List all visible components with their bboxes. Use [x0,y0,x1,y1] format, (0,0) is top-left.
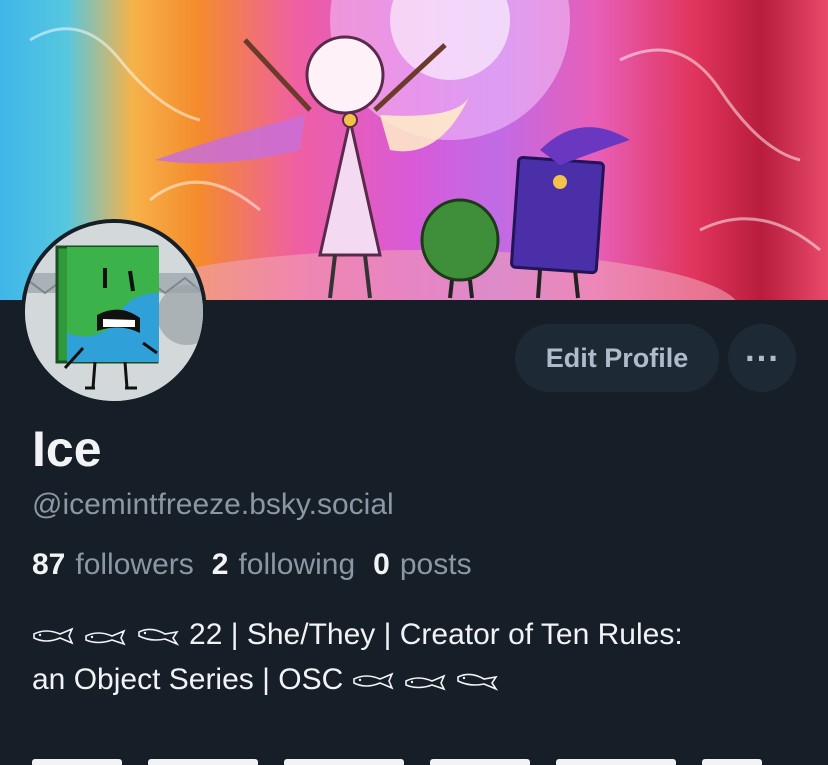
fish-icon [457,673,499,691]
following-label: following [238,548,356,581]
profile-handle: @icemintfreeze.bsky.social [32,488,394,521]
followers-label: followers [75,548,194,581]
bio-text-2: an Object Series | OSC [32,663,344,696]
fish-icon [405,674,446,691]
more-options-button[interactable]: ··· [728,324,796,392]
display-name: Ice [32,421,102,477]
followers-stat[interactable]: 87 followers [32,548,194,582]
avatar-image [25,223,203,401]
edit-profile-button[interactable]: Edit Profile [515,324,719,392]
followers-count: 87 [32,548,66,581]
bio-line-2: an Object Series | OSC [32,657,812,702]
profile-bio: 22 | She/They | Creator of Ten Rules: an… [32,612,812,702]
following-stat[interactable]: 2 following [212,548,355,582]
cut-off-bio-line [32,752,792,765]
fish-icon [85,629,126,646]
ellipsis-icon: ··· [744,341,780,375]
profile-stats: 87 followers 2 following 0 posts [32,548,472,582]
following-count: 2 [211,548,229,581]
bio-line-1: 22 | She/They | Creator of Ten Rules: [32,612,812,657]
posts-label: posts [399,548,472,581]
fish-icon [352,672,394,690]
fish-icon [33,627,74,645]
posts-count: 0 [373,548,390,581]
posts-stat: 0 posts [373,548,471,582]
avatar[interactable] [21,219,207,405]
fish-icon [137,628,179,646]
bio-text-1: 22 | She/They | Creator of Ten Rules: [189,618,683,651]
